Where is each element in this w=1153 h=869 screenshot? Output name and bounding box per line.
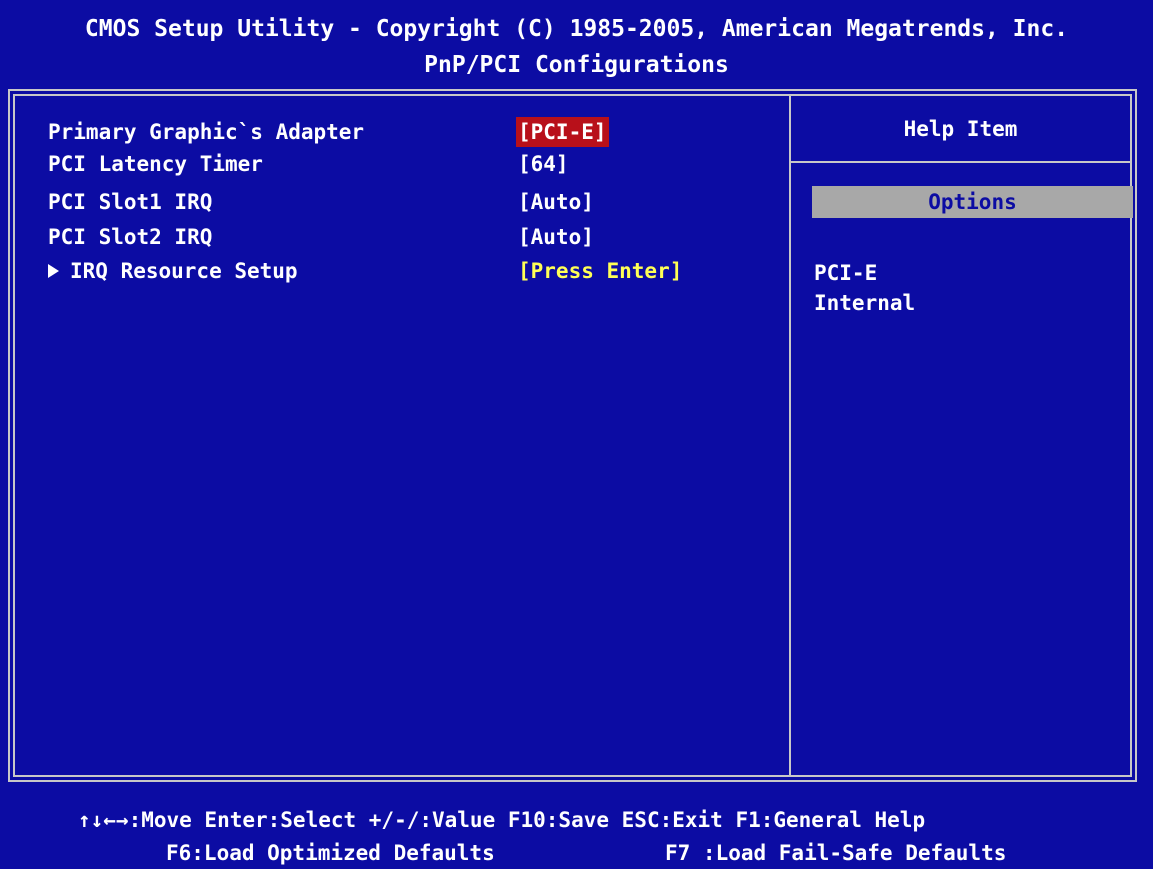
setting-value-submenu[interactable]: [Press Enter] — [518, 255, 682, 287]
setting-label: PCI Slot1 IRQ — [48, 190, 213, 214]
page-title: PnP/PCI Configurations — [424, 52, 729, 78]
setting-value-selected[interactable]: [PCI-E] — [516, 117, 609, 147]
setting-irq-resource-setup[interactable]: IRQ Resource Setup [Press Enter] — [48, 255, 768, 287]
setting-pci-slot1-irq[interactable]: PCI Slot1 IRQ [Auto] — [48, 186, 768, 218]
setting-pci-latency-timer[interactable]: PCI Latency Timer [64] — [48, 148, 768, 180]
option-item: PCI-E — [814, 261, 878, 285]
setting-value[interactable]: [64] — [518, 148, 569, 180]
window-title: CMOS Setup Utility - Copyright (C) 1985-… — [84, 16, 1069, 42]
setting-label: PCI Slot2 IRQ — [48, 225, 213, 249]
setting-label: IRQ Resource Setup — [70, 259, 298, 283]
submenu-arrow-icon — [48, 264, 59, 278]
footer-keys: ↑↓←→:Move Enter:Select +/-/:Value F10:Sa… — [78, 808, 926, 832]
setting-pci-slot2-irq[interactable]: PCI Slot2 IRQ [Auto] — [48, 221, 768, 253]
options-header: Options — [812, 186, 1133, 218]
setting-value[interactable]: [Auto] — [518, 186, 594, 218]
setting-primary-graphics-adapter[interactable]: Primary Graphic`s Adapter [PCI-E] — [48, 116, 768, 148]
panel-divider — [789, 96, 791, 775]
bios-screen: CMOS Setup Utility - Copyright (C) 1985-… — [0, 0, 1153, 869]
setting-label: Primary Graphic`s Adapter — [48, 120, 365, 144]
help-item-title: Help Item — [903, 117, 1018, 141]
help-divider — [791, 161, 1130, 163]
footer-f7-hint: F7 :Load Fail-Safe Defaults — [665, 841, 1007, 865]
footer-f6-hint: F6:Load Optimized Defaults — [166, 841, 495, 865]
option-item: Internal — [814, 291, 916, 315]
setting-value[interactable]: [Auto] — [518, 221, 594, 253]
setting-label: PCI Latency Timer — [48, 152, 263, 176]
